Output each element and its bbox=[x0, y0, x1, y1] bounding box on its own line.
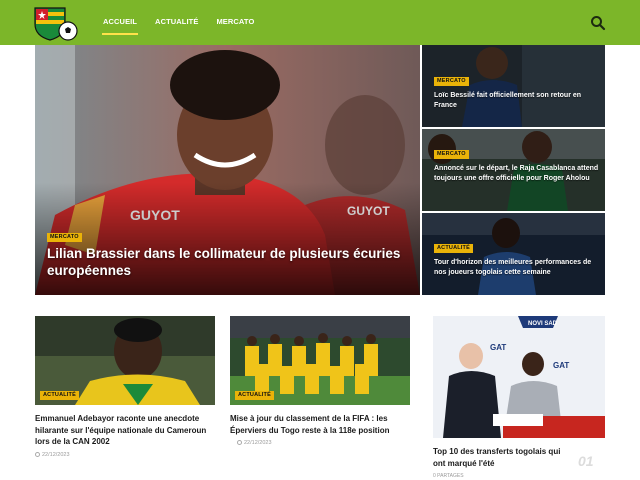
article-card-date: 22/12/2023 bbox=[237, 440, 272, 446]
hero-category-badge[interactable]: MERCATO bbox=[47, 233, 82, 242]
popular-photo: NOVI SAD GAT GAT bbox=[433, 316, 605, 438]
article-date-text: 22/12/2023 bbox=[42, 452, 70, 458]
popular-share-count: 0 PARTAGES bbox=[433, 473, 464, 479]
site-header: ACCUEIL ACTUALITÉ MERCATO bbox=[0, 0, 640, 45]
side-story[interactable]: ACTUALITÉ Tour d'horizon des meilleures … bbox=[422, 213, 605, 295]
hero-article[interactable]: GUYOT GUYOT MERCATO Lilian Brassier dans… bbox=[35, 45, 420, 295]
search-icon[interactable] bbox=[590, 15, 606, 31]
side-category-badge[interactable]: ACTUALITÉ bbox=[434, 244, 473, 253]
nav-item-mercato[interactable]: MERCATO bbox=[209, 0, 261, 45]
popular-post-title[interactable]: Top 10 des transferts togolais qui ont m… bbox=[433, 446, 573, 469]
svg-text:GAT: GAT bbox=[490, 343, 506, 352]
clock-icon bbox=[35, 452, 40, 457]
card-category-badge[interactable]: ACTUALITÉ bbox=[40, 391, 79, 400]
article-card-image[interactable]: ACTUALITÉ bbox=[230, 316, 410, 405]
side-category-badge[interactable]: MERCATO bbox=[434, 150, 469, 159]
article-card-title[interactable]: Emmanuel Adebayor raconte une anecdote h… bbox=[35, 413, 217, 448]
popular-rank-number: 01 bbox=[578, 453, 594, 469]
side-category-badge[interactable]: MERCATO bbox=[434, 77, 469, 86]
site-logo-icon[interactable] bbox=[32, 4, 82, 42]
svg-text:GAT: GAT bbox=[553, 361, 569, 370]
nav-item-actualite[interactable]: ACTUALITÉ bbox=[148, 0, 205, 45]
side-story-image bbox=[422, 45, 605, 127]
side-story-title[interactable]: Annoncé sur le départ, le Raja Casablanc… bbox=[434, 164, 599, 184]
side-story[interactable]: MERCATO Annoncé sur le départ, le Raja C… bbox=[422, 129, 605, 211]
article-card-date: 22/12/2023 bbox=[35, 452, 70, 458]
article-date-text: 22/12/2023 bbox=[244, 440, 272, 446]
side-story[interactable]: MERCATO Loïc Bessilé fait officiellement… bbox=[422, 45, 605, 127]
nav-item-accueil[interactable]: ACCUEIL bbox=[96, 0, 144, 45]
article-card-image[interactable]: ACTUALITÉ bbox=[35, 316, 215, 405]
article-card-title[interactable]: Mise à jour du classement de la FIFA : l… bbox=[230, 413, 412, 436]
side-story-image bbox=[422, 213, 605, 295]
side-story-title[interactable]: Tour d'horizon des meilleures performanc… bbox=[434, 258, 599, 278]
popular-post-image[interactable]: NOVI SAD GAT GAT bbox=[433, 316, 605, 438]
svg-text:NOVI SAD: NOVI SAD bbox=[528, 321, 558, 327]
hero-title[interactable]: Lilian Brassier dans le collimateur de p… bbox=[47, 245, 407, 279]
card-category-badge[interactable]: ACTUALITÉ bbox=[235, 391, 274, 400]
side-story-title[interactable]: Loïc Bessilé fait officiellement son ret… bbox=[434, 91, 599, 111]
main-nav: ACCUEIL ACTUALITÉ MERCATO bbox=[96, 0, 265, 45]
clock-icon bbox=[237, 440, 242, 445]
